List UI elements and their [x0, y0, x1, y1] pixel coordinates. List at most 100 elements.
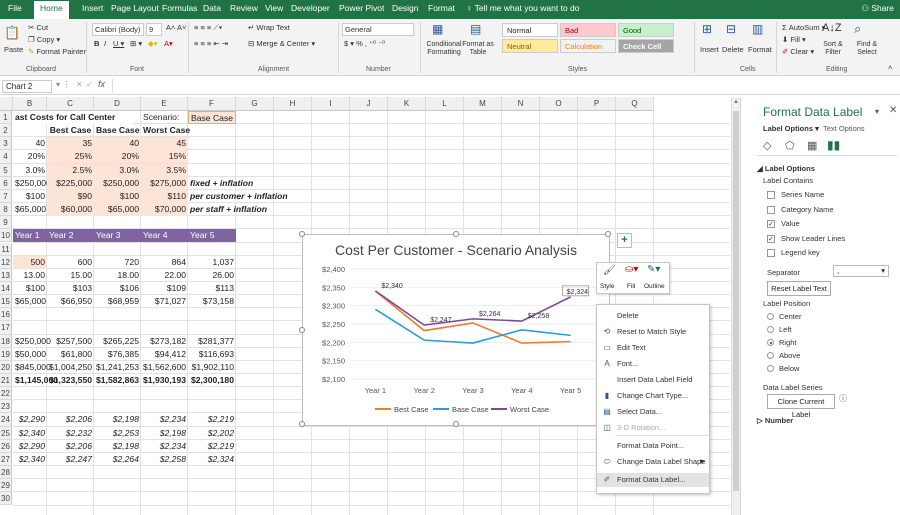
column-header[interactable]: B [13, 97, 47, 111]
input-cell[interactable]: $60,000 [47, 203, 94, 217]
value-cell[interactable]: $2,258 [141, 453, 188, 466]
input-cell[interactable]: 25% [47, 150, 94, 164]
row-header[interactable]: 20 [0, 360, 12, 374]
column-header[interactable]: D [94, 97, 141, 111]
menu-item-3-d-rotation[interactable]: ◫ 3-D Rotation... [597, 421, 709, 435]
input-cell[interactable]: $225,000 [47, 176, 94, 190]
column-header[interactable]: C [47, 97, 94, 111]
menu-item-insert-data-label-field[interactable]: Insert Data Label Field [597, 373, 709, 387]
radio-right[interactable] [767, 339, 774, 346]
value-cell[interactable]: 720 [94, 256, 141, 269]
value-cell[interactable]: $2,264 [94, 453, 141, 466]
column-header[interactable]: I [312, 97, 350, 111]
checkbox-category-name[interactable] [767, 205, 775, 214]
value-cell[interactable]: 500 [13, 255, 47, 269]
number-format-select[interactable]: General [342, 23, 414, 36]
value-cell[interactable]: $73,158 [188, 295, 236, 308]
row-header[interactable]: 4 [0, 150, 12, 164]
value-cell[interactable]: $65,000 [13, 295, 47, 308]
formula-input[interactable] [112, 79, 892, 93]
resize-handle[interactable] [605, 231, 611, 237]
paste-button[interactable]: Paste [4, 45, 23, 54]
column-header[interactable]: E [141, 97, 188, 111]
align-top-icon[interactable]: ≡ ≡ ≡ ⟋▾ [194, 23, 222, 33]
value-cell[interactable]: $1,902,110 [188, 361, 236, 374]
row-header[interactable]: 25 [0, 426, 12, 440]
radio-above[interactable] [767, 352, 774, 359]
collapse-ribbon-icon[interactable]: ˄ [888, 63, 892, 72]
row-header[interactable]: 21 [0, 374, 12, 388]
value-cell[interactable]: $2,300,180 [188, 374, 236, 387]
tab-review[interactable]: Review [230, 3, 258, 13]
year-header[interactable]: Year 3 [94, 229, 141, 243]
sheet-title[interactable]: ast Costs for Call Center [13, 111, 133, 124]
reset-label-text-button[interactable]: Reset Label Text [767, 281, 831, 296]
tab-file[interactable]: File [8, 3, 22, 13]
value-cell[interactable]: $113 [188, 282, 236, 295]
value-cell[interactable]: $2,340 [13, 453, 47, 466]
copy-button[interactable]: ❐ Copy ▾ [28, 35, 60, 44]
checkbox-legend-key[interactable] [767, 249, 775, 257]
format-painter-button[interactable]: ✎ Format Painter [28, 47, 86, 56]
tab-label-options[interactable]: Label Options ▾ [763, 124, 819, 133]
cancel-icon[interactable]: ✕ [76, 80, 83, 89]
menu-item-change-data-label-shape[interactable]: ⬭ Change Data Label Shape ▶ [597, 455, 709, 469]
checkbox-show-leader-lines[interactable]: ✓ [767, 234, 775, 243]
input-cell[interactable]: 2.5% [47, 163, 94, 177]
input-cell[interactable]: $275,000 [141, 176, 188, 190]
radio-below[interactable] [767, 365, 774, 372]
scenario-header[interactable]: Base Case [94, 124, 141, 137]
section-number[interactable]: ▷ Number [757, 416, 793, 425]
style-brush-icon[interactable]: 🖌 [603, 265, 616, 276]
row-header[interactable]: 23 [0, 400, 12, 414]
scenario-input[interactable]: Base Case [188, 111, 236, 124]
pane-options-dropdown-icon[interactable]: ▾ [875, 107, 879, 116]
row-header[interactable]: 10 [0, 229, 12, 243]
format-cells-button[interactable]: Format [748, 45, 772, 54]
style-good[interactable]: Good [618, 23, 674, 37]
value-cell[interactable]: $2,198 [141, 427, 188, 440]
menu-item-font[interactable]: A Font... [597, 357, 709, 371]
value-cell[interactable]: 26.00 [188, 269, 236, 282]
input-cell[interactable]: 40 [13, 137, 47, 150]
value-cell[interactable]: $2,340 [13, 427, 47, 440]
value-cell[interactable]: $2,202 [188, 427, 236, 440]
separator-select[interactable]: , ▾ [833, 265, 889, 277]
input-cell[interactable]: $250,000 [13, 177, 51, 190]
vertical-scrollbar[interactable]: ▲ [731, 97, 740, 515]
sort-filter-button[interactable]: Sort & Filter [818, 41, 848, 57]
value-cell[interactable]: $100 [13, 282, 47, 295]
tab-power-pivot[interactable]: Power Pivot [339, 3, 384, 13]
row-header[interactable]: 6 [0, 176, 12, 190]
paste-icon[interactable]: 📋 [4, 25, 20, 41]
value-cell[interactable]: $2,290 [13, 440, 47, 453]
row-header[interactable]: 8 [0, 203, 12, 217]
resize-handle[interactable] [453, 231, 459, 237]
value-cell[interactable]: $2,253 [94, 427, 141, 440]
menu-item-format-data-label[interactable]: ✐ Format Data Label... [597, 473, 709, 487]
style-normal[interactable]: Normal [502, 23, 558, 37]
value-cell[interactable]: $273,182 [141, 335, 188, 348]
row-header[interactable]: 5 [0, 163, 12, 177]
column-header[interactable]: L [426, 97, 464, 111]
row-header[interactable]: 3 [0, 137, 12, 151]
value-cell[interactable]: $76,385 [94, 348, 141, 361]
year-header[interactable]: Year 1 [13, 229, 47, 243]
outline-pen-icon[interactable]: ✎▾ [647, 264, 660, 275]
value-cell[interactable]: $2,234 [141, 413, 188, 426]
resize-handle[interactable] [299, 421, 305, 427]
clone-current-label-button[interactable]: Clone Current Label [767, 394, 835, 419]
font-color-icon[interactable]: A▾ [164, 39, 173, 48]
tab-view[interactable]: View [265, 3, 283, 13]
menu-item-format-data-point[interactable]: Format Data Point... [597, 439, 709, 453]
format-as-table-button[interactable]: Format as Table [462, 41, 494, 57]
radio-left[interactable] [767, 326, 774, 333]
value-cell[interactable]: $1,562,600 [141, 361, 188, 374]
tab-home[interactable]: Home [34, 1, 69, 19]
input-cell[interactable]: 20% [94, 150, 141, 164]
column-header[interactable]: Q [616, 97, 654, 111]
value-cell[interactable]: $1,323,550 [47, 374, 94, 387]
value-cell[interactable]: 15.00 [47, 269, 94, 282]
value-cell[interactable]: $1,582,863 [94, 374, 141, 387]
year-header[interactable]: Year 4 [141, 229, 188, 243]
